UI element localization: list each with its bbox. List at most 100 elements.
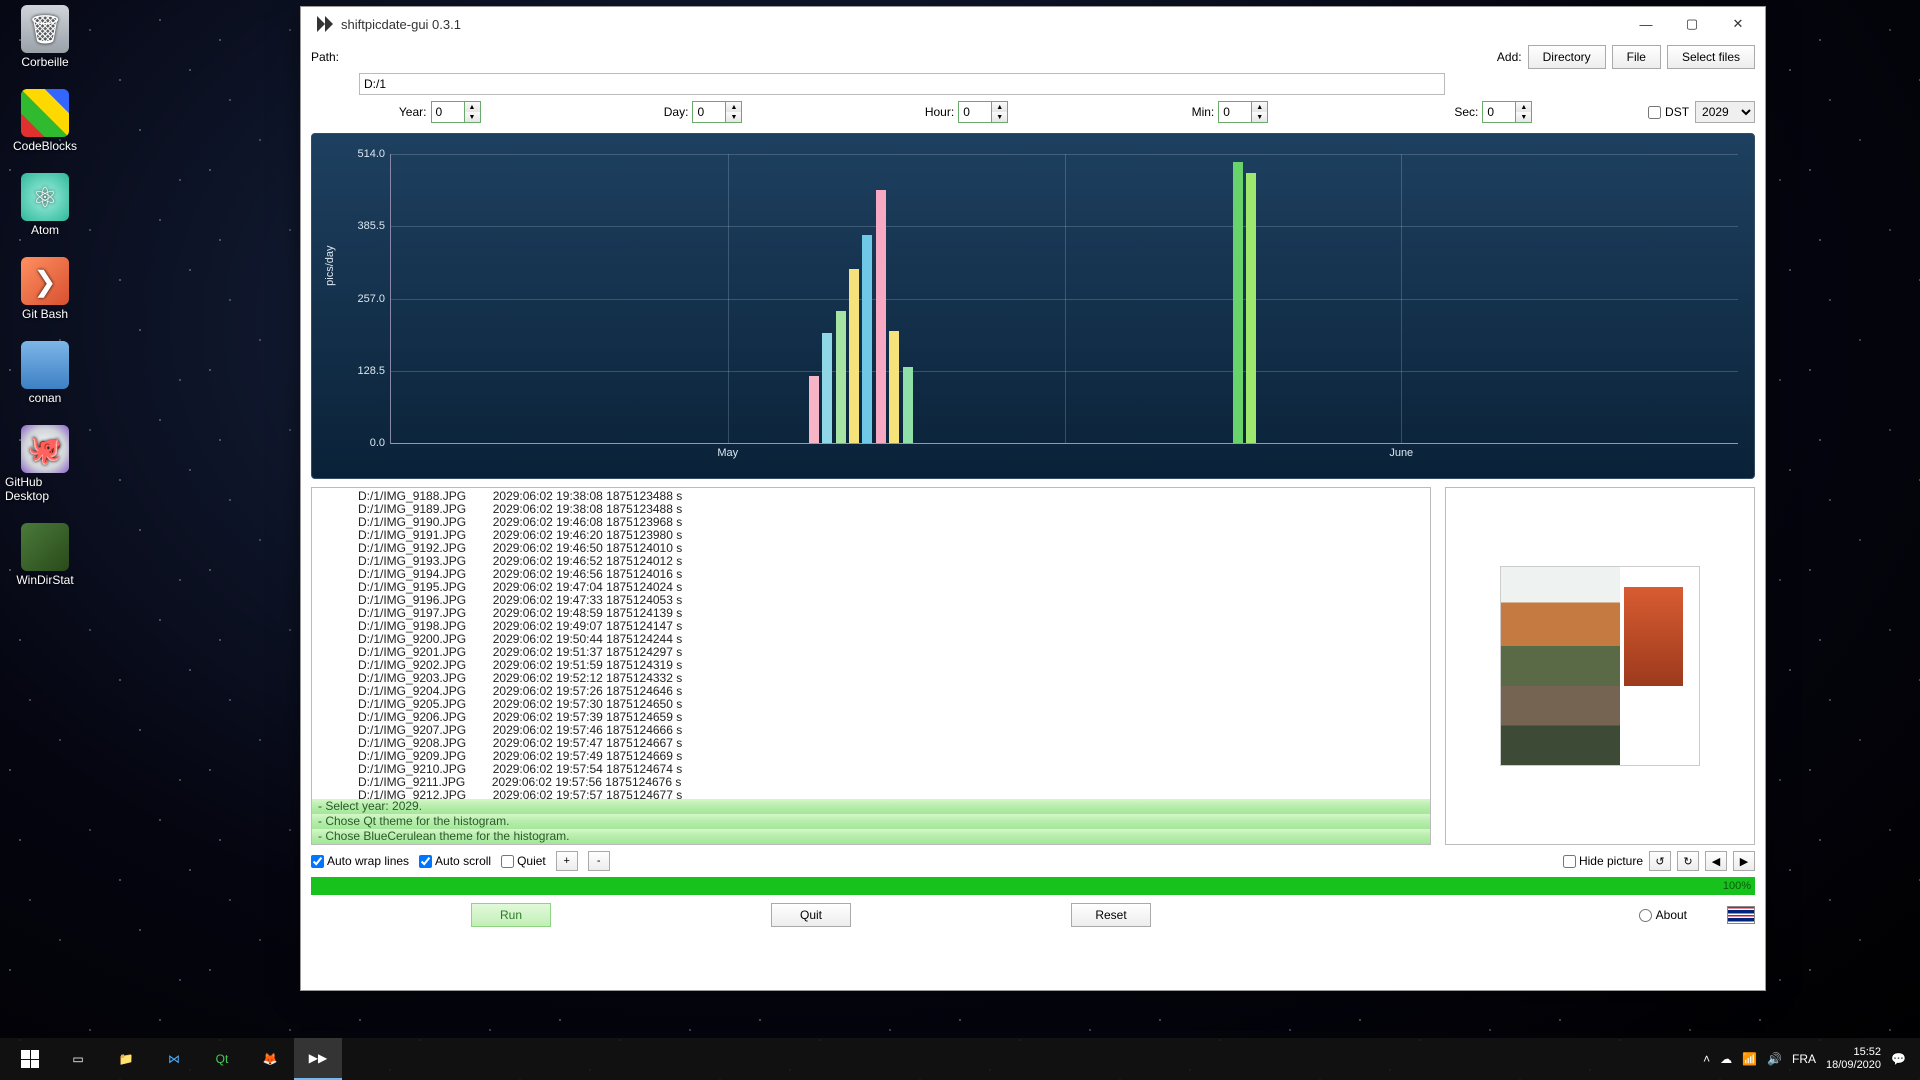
path-label: Path: — [311, 50, 351, 64]
chart-ylabel: pics/day — [324, 245, 336, 285]
firefox-button[interactable]: 🦊 — [246, 1038, 294, 1080]
progress-percent: 100% — [1723, 877, 1751, 895]
taskbar: ▭ 📁 ⋈ Qt 🦊 ▶▶ ˄ ☁ 📶 🔊 FRA 15:52 18/09/20… — [0, 1038, 1920, 1080]
hour-input[interactable] — [959, 102, 991, 122]
maximize-button[interactable]: ▢ — [1669, 9, 1715, 39]
prev-image-button[interactable]: ◀ — [1705, 851, 1727, 871]
select-files-button[interactable]: Select files — [1667, 45, 1755, 69]
about-radio[interactable]: About — [1639, 908, 1687, 922]
next-image-button[interactable]: ▶ — [1733, 851, 1755, 871]
chevron-up-icon[interactable]: ▲ — [465, 102, 480, 112]
year-select[interactable]: 2029 — [1695, 101, 1755, 123]
desktop-icon-gitbash[interactable]: ❯Git Bash — [5, 257, 85, 321]
log-status: - Select year: 2029.- Chose Qt theme for… — [312, 799, 1430, 844]
taskview-button[interactable]: ▭ — [54, 1038, 102, 1080]
chevron-down-icon[interactable]: ▼ — [465, 112, 480, 122]
tray-cloud-icon[interactable]: ☁ — [1720, 1052, 1732, 1066]
auto-scroll-checkbox[interactable]: Auto scroll — [419, 854, 491, 868]
desktop-icon-label: GitHub Desktop — [5, 475, 85, 503]
quit-button[interactable]: Quit — [771, 903, 851, 927]
min-input[interactable] — [1219, 102, 1251, 122]
tray-notifications-icon[interactable]: 💬 — [1891, 1052, 1906, 1066]
titlebar[interactable]: shiftpicdate-gui 0.3.1 — ▢ ✕ — [301, 7, 1765, 41]
trash-icon: 🗑 — [21, 5, 69, 53]
chevron-down-icon[interactable]: ▼ — [1516, 112, 1531, 122]
desktop-icon-label: WinDirStat — [16, 573, 73, 587]
reset-button[interactable]: Reset — [1071, 903, 1151, 927]
chevron-down-icon[interactable]: ▼ — [726, 112, 741, 122]
hour-spin[interactable]: ▲▼ — [958, 101, 1008, 123]
day-label: Day: — [664, 105, 689, 119]
quiet-checkbox[interactable]: Quiet — [501, 854, 546, 868]
bottom-bar: Run Quit Reset About — [311, 903, 1755, 927]
chevron-up-icon[interactable]: ▲ — [726, 102, 741, 112]
desktop-icon-label: Corbeille — [21, 55, 68, 69]
tray-language[interactable]: FRA — [1792, 1052, 1816, 1066]
desktop-icon-windirstat[interactable]: WinDirStat — [5, 523, 85, 587]
chevron-down-icon[interactable]: ▼ — [1252, 112, 1267, 122]
system-tray: ˄ ☁ 📶 🔊 FRA 15:52 18/09/2020 💬 — [1703, 1046, 1914, 1072]
log-panel: D:/1/IMG_9188.JPG 2029:06:02 19:38:08 18… — [311, 487, 1431, 845]
sec-label: Sec: — [1454, 105, 1478, 119]
tray-volume-icon[interactable]: 🔊 — [1767, 1052, 1782, 1066]
year-label: Year: — [399, 105, 427, 119]
year-spin[interactable]: ▲▼ — [431, 101, 481, 123]
toolbar: Path: Add: Directory File Select files Y… — [301, 41, 1765, 129]
desktop-icon-atom[interactable]: ⚛Atom — [5, 173, 85, 237]
explorer-button[interactable]: 📁 — [102, 1038, 150, 1080]
directory-button[interactable]: Directory — [1528, 45, 1606, 69]
path-input[interactable] — [359, 73, 1445, 95]
close-button[interactable]: ✕ — [1715, 9, 1761, 39]
windirstat-icon — [21, 523, 69, 571]
progress-bar: 100% — [311, 877, 1755, 895]
sec-input[interactable] — [1483, 102, 1515, 122]
run-button[interactable]: Run — [471, 903, 551, 927]
chevron-down-icon[interactable]: ▼ — [992, 112, 1007, 122]
day-spin[interactable]: ▲▼ — [692, 101, 742, 123]
desktop-icons: 🗑 Corbeille CodeBlocks ⚛Atom ❯Git Bash co… — [5, 5, 85, 587]
language-flag-icon[interactable] — [1727, 906, 1755, 924]
log-lines[interactable]: D:/1/IMG_9188.JPG 2029:06:02 19:38:08 18… — [312, 488, 1430, 799]
chevron-up-icon[interactable]: ▲ — [992, 102, 1007, 112]
options-row: Auto wrap lines Auto scroll Quiet + - Hi… — [311, 851, 1755, 871]
start-button[interactable] — [6, 1038, 54, 1080]
desktop-icon-codeblocks[interactable]: CodeBlocks — [5, 89, 85, 153]
app-window: shiftpicdate-gui 0.3.1 — ▢ ✕ Path: Add: … — [300, 6, 1766, 991]
window-title: shiftpicdate-gui 0.3.1 — [341, 17, 461, 32]
add-label: Add: — [1497, 50, 1522, 64]
desktop-icon-label: CodeBlocks — [13, 139, 77, 153]
file-button[interactable]: File — [1612, 45, 1661, 69]
desktop-icon-github-desktop[interactable]: 🐙GitHub Desktop — [5, 425, 85, 503]
tray-clock[interactable]: 15:52 18/09/2020 — [1826, 1046, 1881, 1072]
min-spin[interactable]: ▲▼ — [1218, 101, 1268, 123]
zoom-in-button[interactable]: + — [556, 851, 578, 871]
rotate-left-button[interactable]: ↺ — [1649, 851, 1671, 871]
vscode-button[interactable]: ⋈ — [150, 1038, 198, 1080]
day-input[interactable] — [693, 102, 725, 122]
desktop-icon-conan[interactable]: conan — [5, 341, 85, 405]
histogram-chart: pics/day 0.0128.5257.0385.5514.0MayJune — [311, 133, 1755, 479]
min-label: Min: — [1192, 105, 1215, 119]
chart-area: 0.0128.5257.0385.5514.0MayJune — [390, 154, 1738, 444]
desktop-icon-corbeille[interactable]: 🗑 Corbeille — [5, 5, 85, 69]
github-icon: 🐙 — [21, 425, 69, 473]
chevron-up-icon[interactable]: ▲ — [1516, 102, 1531, 112]
tray-chevron-icon[interactable]: ˄ — [1703, 1052, 1710, 1066]
hour-label: Hour: — [925, 105, 954, 119]
tray-wifi-icon[interactable]: 📶 — [1742, 1052, 1757, 1066]
dst-checkbox[interactable]: DST — [1648, 105, 1689, 119]
chevron-up-icon[interactable]: ▲ — [1252, 102, 1267, 112]
app-taskbar-button[interactable]: ▶▶ — [294, 1038, 342, 1080]
auto-wrap-checkbox[interactable]: Auto wrap lines — [311, 854, 409, 868]
qt-button[interactable]: Qt — [198, 1038, 246, 1080]
windows-icon — [21, 1050, 39, 1068]
image-preview — [1445, 487, 1755, 845]
desktop-icon-label: Git Bash — [22, 307, 68, 321]
sec-spin[interactable]: ▲▼ — [1482, 101, 1532, 123]
hide-picture-checkbox[interactable]: Hide picture — [1563, 854, 1643, 868]
zoom-out-button[interactable]: - — [588, 851, 610, 871]
minimize-button[interactable]: — — [1623, 9, 1669, 39]
conan-icon — [21, 341, 69, 389]
rotate-right-button[interactable]: ↻ — [1677, 851, 1699, 871]
year-input[interactable] — [432, 102, 464, 122]
